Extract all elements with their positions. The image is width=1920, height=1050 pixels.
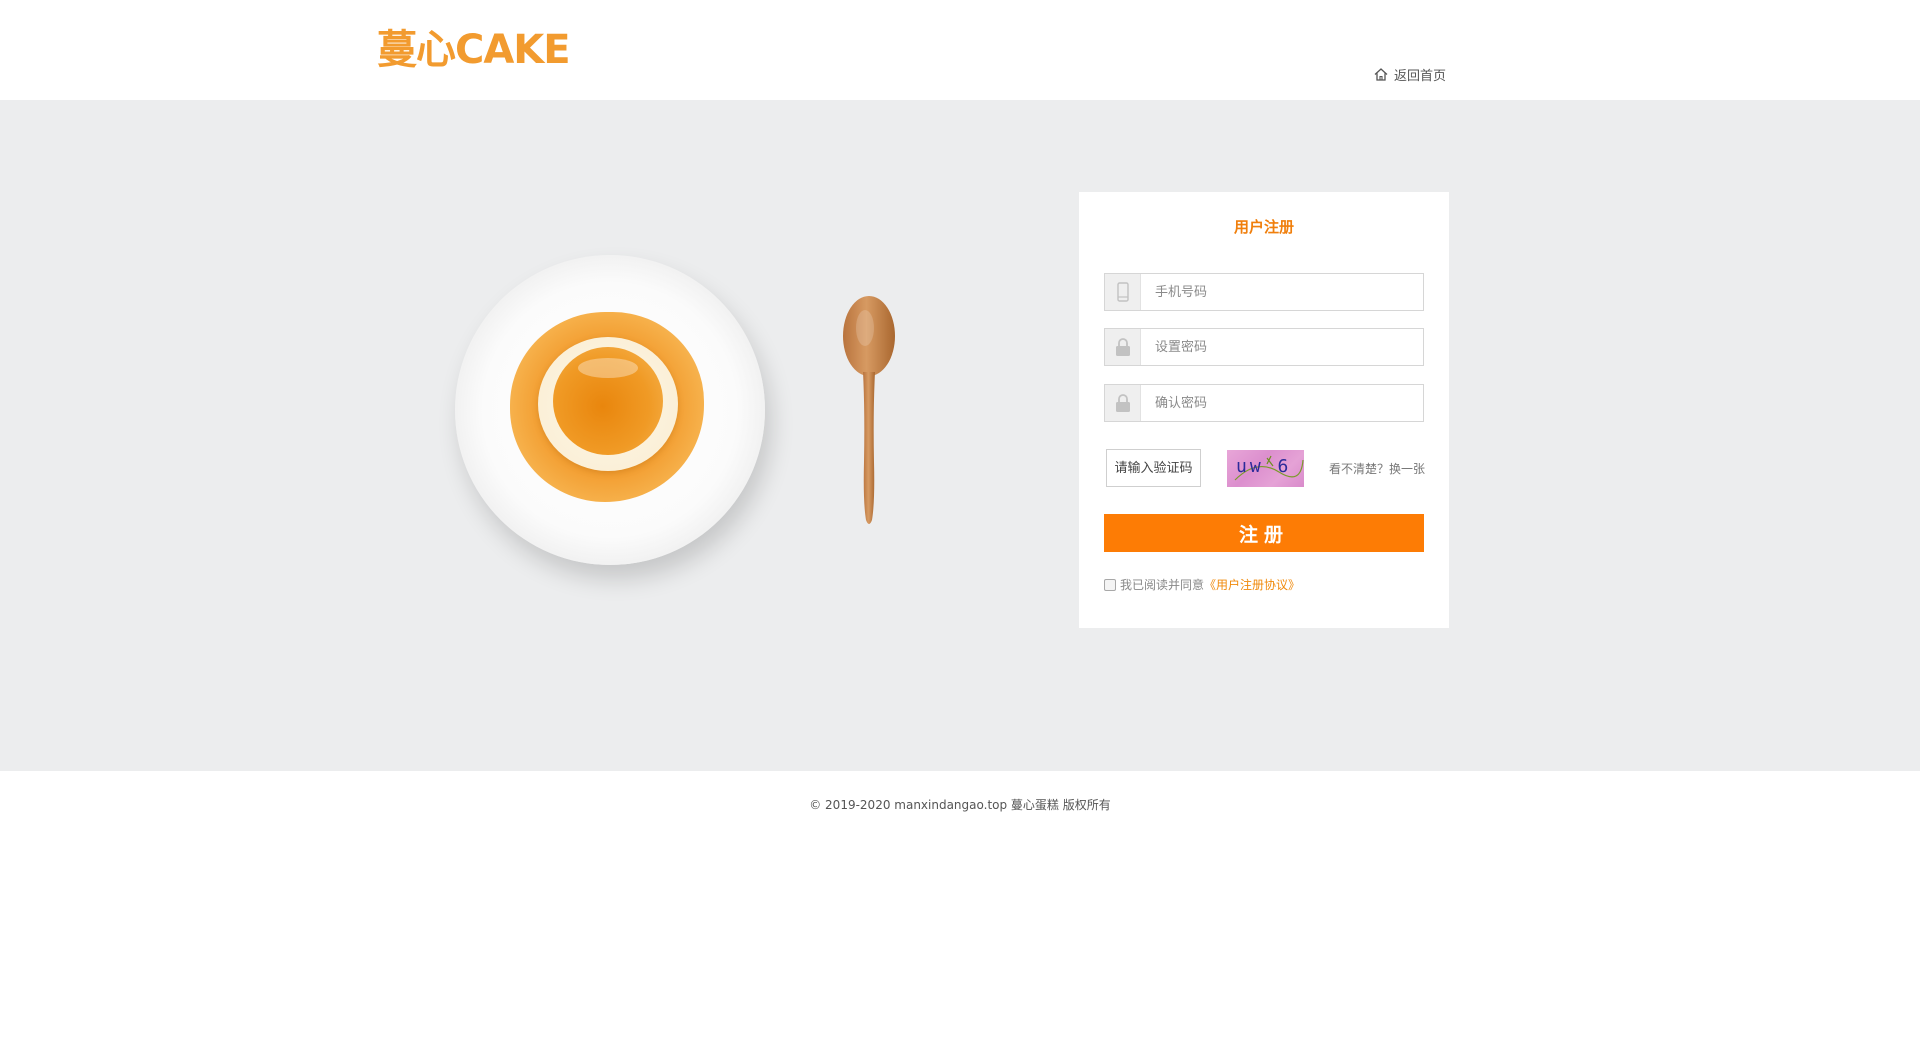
register-button[interactable]: 注册 [1104, 514, 1424, 552]
phone-icon [1105, 274, 1141, 310]
footer-copyright: © 2019-2020 manxindangao.top 蔓心蛋糕 版权所有 [809, 798, 1111, 812]
site-logo[interactable]: 蔓心CAKE [377, 24, 571, 76]
main-banner: 用户注册 手机号码 请输入验证码 uw 6 看不清楚？换一张 注册 我已阅读并同… [0, 100, 1920, 771]
lock-icon [1105, 329, 1141, 365]
home-icon [1374, 68, 1388, 81]
confirm-password-input[interactable] [1141, 385, 1423, 421]
captcha-text: uw 6 [1236, 456, 1292, 477]
phone-field [1104, 273, 1424, 311]
agree-checkbox[interactable] [1104, 578, 1116, 591]
password-input[interactable] [1141, 329, 1423, 365]
password-field [1104, 328, 1424, 366]
refresh-captcha-link[interactable]: 看不清楚？换一张 [1329, 460, 1425, 477]
phone-input[interactable] [1141, 274, 1423, 310]
register-title: 用户注册 [1233, 218, 1294, 236]
home-link-label: 返回首页 [1394, 69, 1447, 84]
agreement-row: 我已阅读并同意 《用户注册协议》 [1104, 576, 1300, 593]
confirm-password-field [1104, 384, 1424, 422]
lock-icon [1105, 385, 1141, 421]
captcha-input[interactable] [1106, 449, 1201, 487]
pudding-highlight [578, 358, 638, 378]
captcha-image[interactable]: uw 6 [1227, 450, 1304, 487]
user-agreement-link[interactable]: 《用户注册协议》 [1204, 576, 1300, 593]
register-card: 用户注册 手机号码 请输入验证码 uw 6 看不清楚？换一张 注册 我已阅读并同… [1079, 192, 1449, 628]
wooden-spoon-image [843, 296, 895, 524]
agree-text: 我已阅读并同意 [1120, 578, 1205, 592]
pudding-plate-image [450, 250, 770, 570]
home-link[interactable]: 返回首页 [1374, 65, 1446, 84]
site-header: 蔓心CAKE 返回首页 [0, 0, 1920, 100]
